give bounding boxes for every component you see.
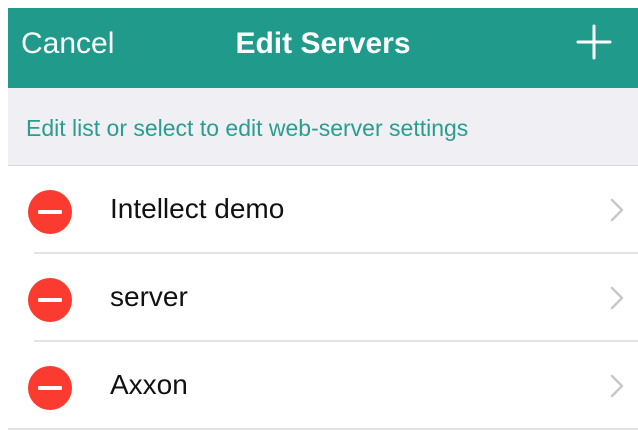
minus-circle-icon <box>38 298 62 302</box>
add-server-button[interactable] <box>576 24 612 60</box>
server-list: Intellect demo server Axxon <box>8 166 638 430</box>
delete-button[interactable] <box>28 190 72 234</box>
page-title: Edit Servers <box>235 27 411 60</box>
chevron-right-icon <box>610 286 624 310</box>
minus-circle-icon <box>38 386 62 390</box>
hint-text: Edit list or select to edit web-server s… <box>26 115 469 141</box>
navigation-bar: Cancel Edit Servers <box>8 8 638 88</box>
server-name: Intellect demo <box>110 193 285 224</box>
screen: Cancel Edit Servers Edit list or select … <box>0 0 638 430</box>
minus-circle-icon <box>38 210 62 214</box>
plus-icon <box>576 24 612 60</box>
server-row-server[interactable]: server <box>8 254 638 342</box>
server-name: server <box>110 281 188 312</box>
delete-button[interactable] <box>28 278 72 322</box>
delete-button[interactable] <box>28 366 72 410</box>
server-row-axxon[interactable]: Axxon <box>8 342 638 430</box>
hint-section-header: Edit list or select to edit web-server s… <box>8 88 638 166</box>
chevron-right-icon <box>610 198 624 222</box>
chevron-right-icon <box>610 374 624 398</box>
server-name: Axxon <box>110 369 188 400</box>
server-row-intellect-demo[interactable]: Intellect demo <box>8 166 638 254</box>
